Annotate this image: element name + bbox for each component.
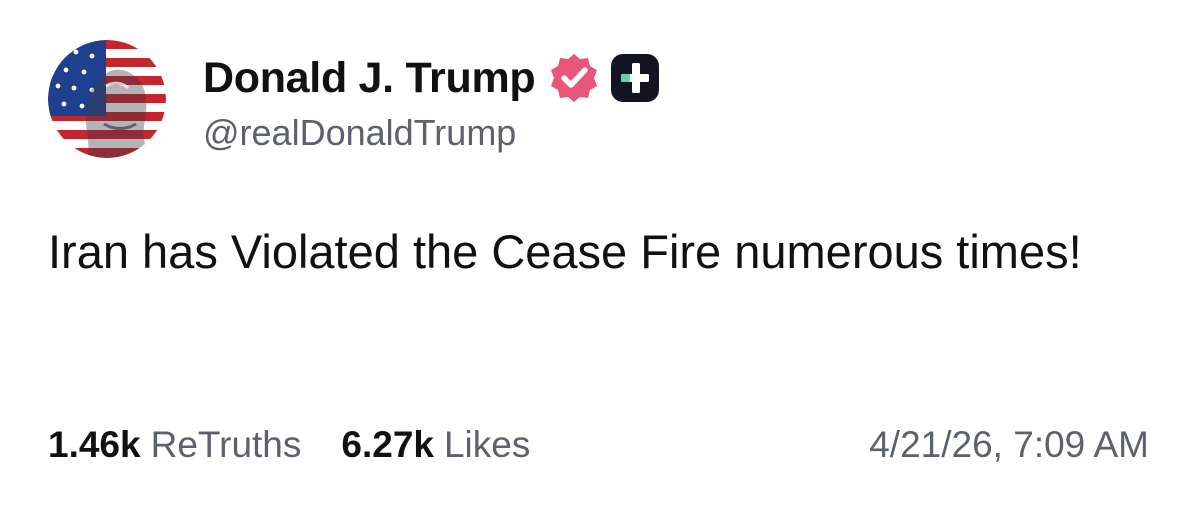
retruths-count: 1.46k: [48, 424, 141, 465]
flag-portrait-icon: [48, 40, 166, 158]
truth-plus-icon: [611, 54, 660, 102]
retruths-label: ReTruths: [150, 424, 302, 465]
truth-post: Donald J. Trump @realDonaldTrump Iran ha…: [0, 0, 1199, 518]
author-display-name[interactable]: Donald J. Trump: [203, 54, 536, 103]
avatar[interactable]: [48, 40, 166, 158]
post-timestamp[interactable]: 4/21/26, 7:09 AM: [869, 424, 1149, 466]
post-stats: 1.46k ReTruths 6.27k Likes: [48, 424, 530, 466]
likes-stat[interactable]: 6.27k Likes: [341, 424, 530, 466]
retruths-stat[interactable]: 1.46k ReTruths: [48, 424, 301, 466]
author-name-row: Donald J. Trump: [203, 50, 661, 106]
likes-count: 6.27k: [341, 424, 434, 465]
likes-label: Likes: [443, 424, 531, 465]
verified-badge-icon: [551, 54, 598, 102]
author-handle[interactable]: @realDonaldTrump: [203, 112, 516, 154]
post-body-text: Iran has Violated the Cease Fire numerou…: [48, 225, 1082, 278]
